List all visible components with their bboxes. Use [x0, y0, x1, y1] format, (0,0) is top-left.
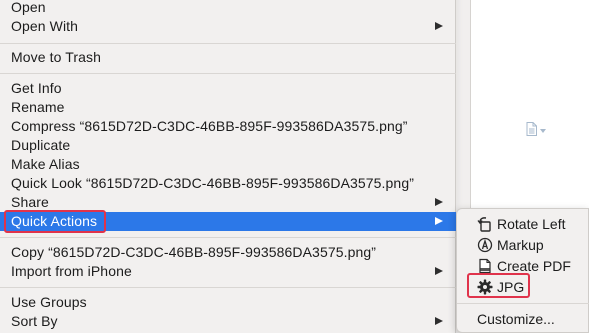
submenu-arrow-icon: [435, 22, 443, 30]
menu-item-use-groups[interactable]: Use Groups: [0, 293, 456, 312]
submenu-item-label: Rotate Left: [497, 215, 566, 232]
markup-icon: [477, 237, 493, 253]
menu-item-label: Make Alias: [11, 156, 80, 172]
menu-item-label: Open: [11, 0, 46, 15]
submenu-item-markup[interactable]: Markup: [457, 234, 589, 255]
menu-item-compress[interactable]: Compress “8615D72D-C3DC-46BB-895F-993586…: [0, 117, 456, 136]
menu-item-label: Copy “8615D72D-C3DC-46BB-895F-993586DA35…: [11, 244, 377, 260]
menu-item-move-to-trash[interactable]: Move to Trash: [0, 48, 456, 67]
menu-item-label: Quick Look “8615D72D-C3DC-46BB-895F-9935…: [11, 175, 414, 191]
file-view-options[interactable]: [526, 122, 546, 136]
chevron-down-icon: [540, 128, 546, 133]
submenu-arrow-icon: [435, 217, 443, 225]
menu-item-open[interactable]: Open: [0, 0, 456, 17]
rotate-left-icon: [477, 216, 493, 232]
document-icon: [526, 122, 537, 136]
menu-item-label: Sort By: [11, 313, 58, 329]
menu-item-rename[interactable]: Rename: [0, 98, 456, 117]
pdf-icon: [477, 258, 493, 274]
menu-item-quick-look[interactable]: Quick Look “8615D72D-C3DC-46BB-895F-9935…: [0, 174, 456, 193]
menu-item-copy[interactable]: Copy “8615D72D-C3DC-46BB-895F-993586DA35…: [0, 243, 456, 262]
submenu-item-label: JPG: [497, 278, 525, 295]
menu-item-label: Duplicate: [11, 137, 71, 153]
menu-item-make-alias[interactable]: Make Alias: [0, 155, 456, 174]
submenu-arrow-icon: [435, 198, 443, 206]
menu-item-label: Compress “8615D72D-C3DC-46BB-895F-993586…: [11, 118, 408, 134]
menu-item-quick-actions[interactable]: Quick Actions: [0, 212, 456, 231]
submenu-arrow-icon: [435, 317, 443, 325]
menu-separator: [457, 303, 589, 304]
menu-item-duplicate[interactable]: Duplicate: [0, 136, 456, 155]
menu-item-share[interactable]: Share: [0, 193, 456, 212]
menu-item-label: Rename: [11, 99, 65, 115]
submenu-item-rotate-left[interactable]: Rotate Left: [457, 213, 589, 234]
menu-separator: [0, 73, 456, 74]
submenu-item-create-pdf[interactable]: Create PDF: [457, 255, 589, 276]
gear-icon: [477, 279, 493, 295]
menu-item-get-info[interactable]: Get Info: [0, 79, 456, 98]
menu-item-label: Import from iPhone: [11, 263, 132, 279]
quick-actions-submenu: Rotate Left Markup Create PDF JPG Custom…: [456, 208, 589, 333]
menu-item-sort-by[interactable]: Sort By: [0, 312, 456, 331]
menu-item-label: Get Info: [11, 80, 62, 96]
context-menu: Open Open With Move to Trash Get Info Re…: [0, 0, 456, 333]
menu-item-label: Use Groups: [11, 294, 87, 310]
menu-separator: [0, 287, 456, 288]
submenu-arrow-icon: [435, 267, 443, 275]
menu-item-label: Open With: [11, 18, 79, 34]
menu-item-label: Quick Actions: [11, 213, 98, 229]
menu-item-import-from-iphone[interactable]: Import from iPhone: [0, 262, 456, 281]
menu-item-label: Share: [11, 194, 49, 210]
menu-separator: [0, 237, 456, 238]
submenu-item-customize[interactable]: Customize...: [457, 308, 589, 329]
submenu-item-jpg[interactable]: JPG: [457, 276, 589, 297]
submenu-item-label: Create PDF: [497, 257, 571, 274]
submenu-item-label: Customize...: [477, 310, 555, 327]
menu-separator: [0, 43, 456, 44]
menu-item-label: Move to Trash: [11, 49, 102, 65]
submenu-item-label: Markup: [497, 236, 544, 253]
menu-item-open-with[interactable]: Open With: [0, 17, 456, 36]
